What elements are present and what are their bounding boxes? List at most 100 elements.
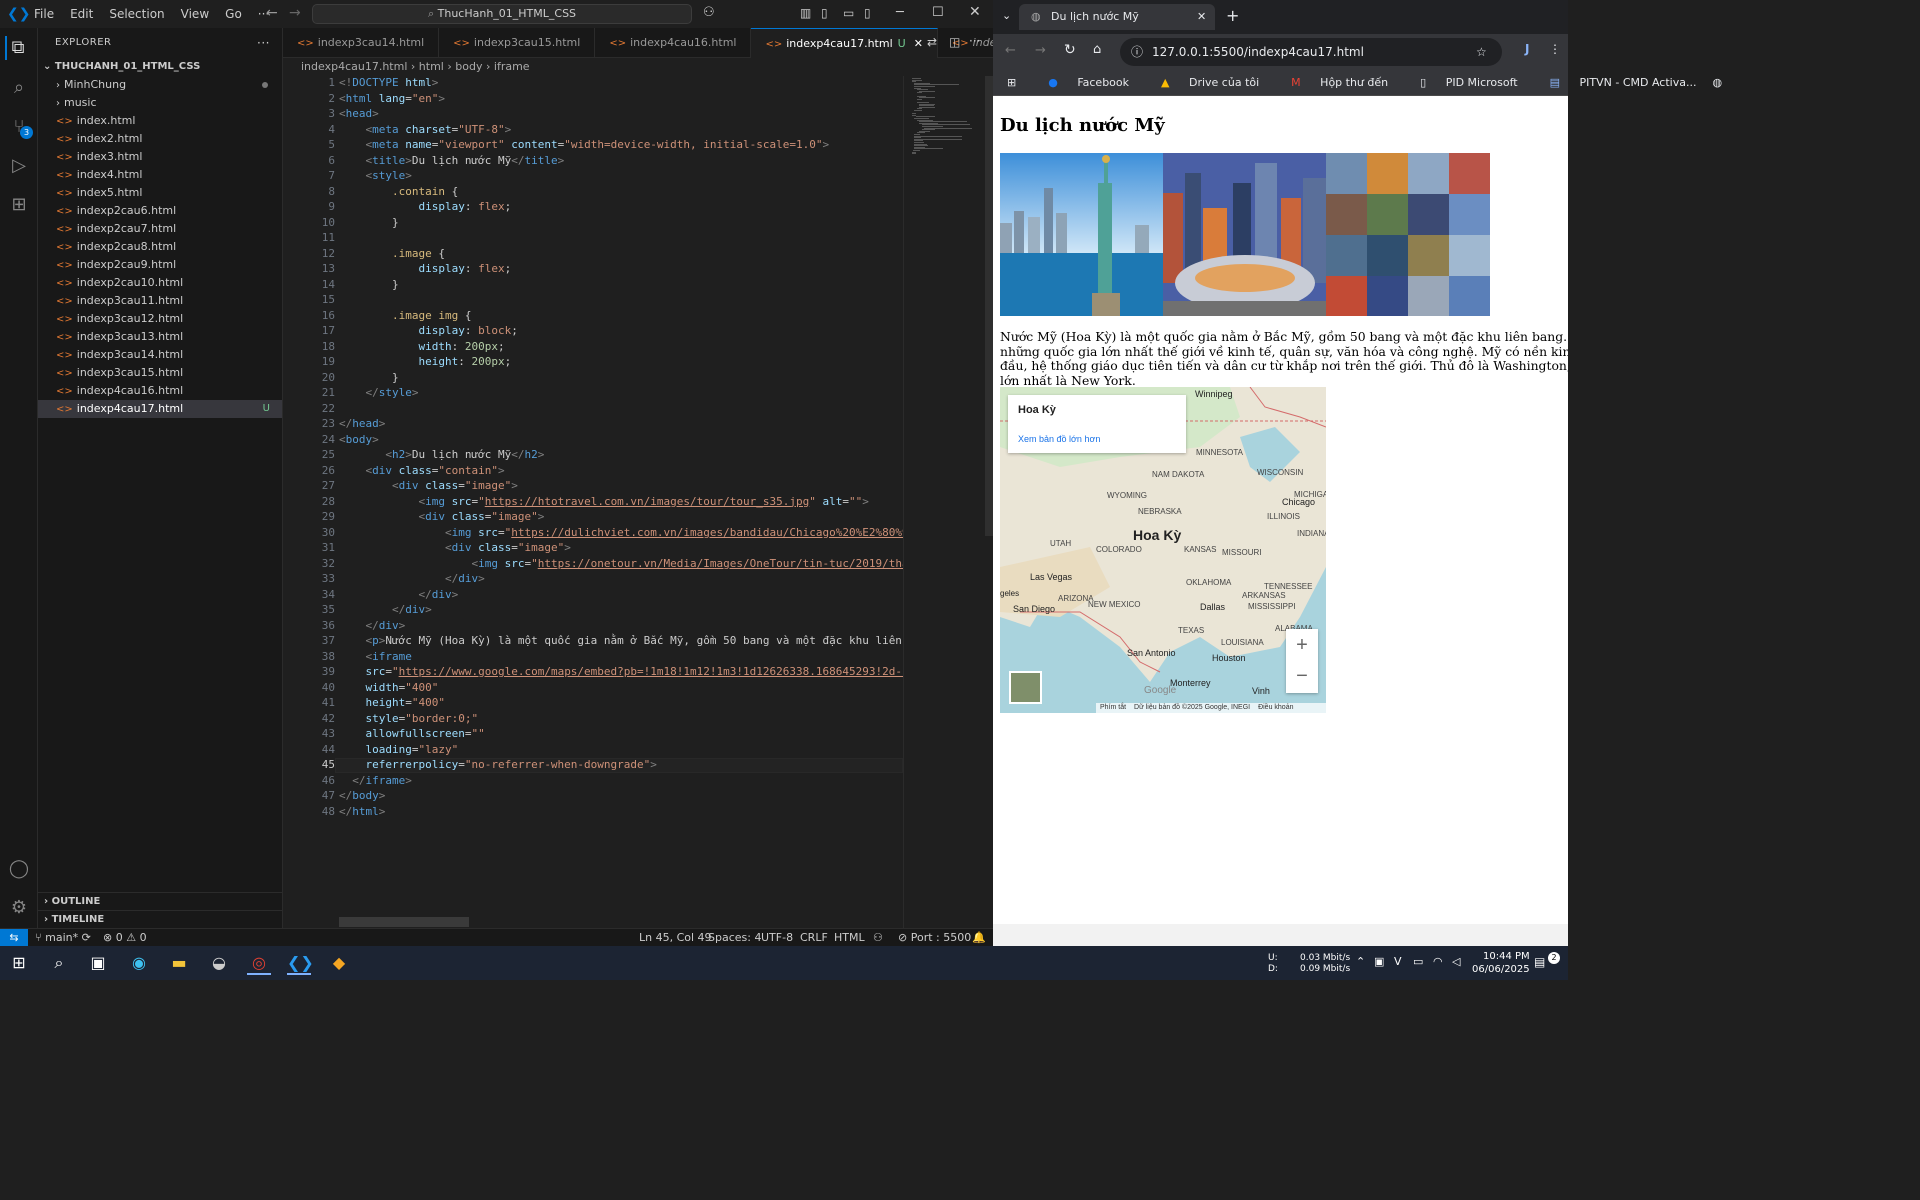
breadcrumb-item[interactable]: iframe [494, 60, 530, 73]
more-actions-icon[interactable]: ··· [257, 28, 270, 58]
indentation[interactable]: Spaces: 4 [708, 929, 761, 946]
bookmark-drive[interactable]: ▲ Drive của tôi [1145, 76, 1259, 89]
code-line[interactable]: referrerpolicy="no-referrer-when-downgra… [339, 758, 657, 771]
code-line[interactable]: display: flex; [339, 200, 511, 213]
battery-icon[interactable]: ▭ [1413, 955, 1423, 968]
home-icon[interactable]: ⌂ [1093, 42, 1101, 57]
editor-scrollbar[interactable] [985, 76, 993, 536]
browser-tab[interactable]: ◍ Du lịch nước Mỹ ✕ [1019, 4, 1215, 30]
compare-icon[interactable]: ⇄ [927, 35, 937, 49]
code-line[interactable]: </div> [339, 619, 406, 632]
wifi-icon[interactable]: ◠ [1433, 955, 1443, 968]
tree-file[interactable]: <> indexp2cau7.html [38, 220, 282, 238]
tree-file[interactable]: <> indexp2cau9.html [38, 256, 282, 274]
terms-link[interactable]: Điều khoản [1258, 704, 1293, 711]
code-line[interactable]: <img src="https://dulichviet.com.vn/imag… [339, 526, 903, 539]
back-arrow-icon[interactable]: ← [266, 5, 278, 21]
menu-view[interactable]: View [173, 0, 217, 28]
code-line[interactable]: <meta name="viewport" content="width=dev… [339, 138, 830, 151]
vscode-taskbar-icon[interactable]: ❮❯ [287, 951, 314, 975]
menu-selection[interactable]: Selection [101, 0, 172, 28]
code-line[interactable]: <div class="contain"> [339, 464, 505, 477]
close-tab-icon[interactable]: ✕ [914, 37, 923, 50]
tree-file[interactable]: <> indexp4cau16.html [38, 382, 282, 400]
google-map-embed[interactable]: Winnipeg MINNESOTA NAM DAKOTA WISCONSIN WYOM… [1000, 387, 1326, 713]
code-line[interactable]: </body> [339, 789, 385, 802]
tree-file[interactable]: <> index2.html [38, 130, 282, 148]
bookmark-facebook[interactable]: ● Facebook [1032, 76, 1129, 89]
code-line[interactable]: <meta charset="UTF-8"> [339, 123, 512, 136]
zoom-in-button[interactable]: + [1286, 629, 1318, 661]
code-line[interactable]: </style> [339, 386, 419, 399]
remote-icon[interactable]: ⇆ [0, 929, 28, 947]
tree-file[interactable]: <> index5.html [38, 184, 282, 202]
code-line[interactable]: height="400" [339, 696, 446, 709]
tree-file[interactable]: <> indexp3cau12.html [38, 310, 282, 328]
search-icon[interactable]: ⌕ [47, 951, 71, 975]
apps-icon[interactable]: ⊞ [1007, 76, 1016, 89]
problems-status[interactable]: ⊗ 0 ⚠ 0 [103, 929, 147, 946]
timeline-section[interactable]: › TIMELINE [38, 910, 283, 928]
forward-arrow-icon[interactable]: → [289, 5, 301, 21]
editor-tab[interactable]: <> indexp3cau14.html [283, 28, 440, 58]
language-mode[interactable]: HTML [834, 929, 865, 946]
code-line[interactable]: <img src="https://htotravel.com.vn/image… [339, 495, 868, 508]
extensions-icon[interactable]: ⊞ [7, 193, 31, 217]
code-line[interactable]: } [339, 278, 399, 291]
profile-icon[interactable]: J [1525, 42, 1529, 56]
code-line[interactable]: <body> [339, 433, 379, 446]
breadcrumb-item[interactable]: indexp4cau17.html [301, 60, 407, 73]
code-line[interactable]: </div> [339, 572, 485, 585]
workspace-folder[interactable]: ⌄ THUCHANH_01_HTML_CSS [38, 58, 282, 76]
reload-icon[interactable]: ↻ [1064, 42, 1076, 58]
gear-icon[interactable]: ⚙ [7, 896, 31, 920]
command-center[interactable]: ⌕ ThucHanh_01_HTML_CSS [312, 4, 692, 24]
explorer-icon[interactable]: ⧉ [5, 36, 29, 60]
editor-more-icon[interactable]: ··· [969, 34, 980, 48]
maximize-icon[interactable]: ☐ [932, 5, 944, 20]
keyboard-shortcuts-link[interactable]: Phím tắt [1100, 704, 1126, 711]
bookmark-pitvn[interactable]: ▤ PITVN - CMD Activa... [1534, 76, 1697, 89]
live-server-port[interactable]: ⊘ Port : 5500 [898, 929, 971, 946]
view-larger-map-link[interactable]: Xem bản đồ lớn hơn [1018, 434, 1100, 444]
tree-folder[interactable]: › MinhChung [38, 76, 282, 94]
speaker-icon[interactable]: ◁ [1452, 955, 1460, 968]
bookmark-pid[interactable]: ▯ PID Microsoft [1404, 76, 1517, 89]
tree-folder[interactable]: › music [38, 94, 282, 112]
customize-layout-icon[interactable]: ▥ [800, 6, 811, 20]
run-debug-icon[interactable]: ▷ [7, 154, 31, 178]
breadcrumb-item[interactable]: html [419, 60, 444, 73]
tree-file[interactable]: <> indexp2cau6.html [38, 202, 282, 220]
code-line[interactable]: src="https://www.google.com/maps/embed?p… [339, 665, 904, 678]
bookmark-star-icon[interactable]: ☆ [1476, 38, 1487, 66]
editor-tab[interactable]: <> indexp4cau16.html [595, 28, 752, 58]
tree-file[interactable]: <> indexp4cau17.html U [38, 400, 282, 418]
search-icon[interactable]: ⌕ [7, 76, 31, 100]
toggle-panel-icon[interactable]: ▭ [843, 6, 854, 20]
windows-start-icon[interactable]: ⊞ [7, 951, 31, 975]
zoom-out-button[interactable]: − [1286, 661, 1318, 693]
account-icon[interactable]: ◯ [7, 857, 31, 881]
code-line[interactable]: </div> [339, 588, 458, 601]
code-line[interactable]: </head> [339, 417, 385, 430]
code-line[interactable]: <!DOCTYPE html> [339, 76, 438, 89]
code-line[interactable]: <div class="image"> [339, 541, 571, 554]
code-line[interactable]: </html> [339, 805, 385, 818]
code-line[interactable]: display: flex; [339, 262, 511, 275]
app-icon[interactable]: ◆ [327, 951, 351, 975]
minimap[interactable] [903, 76, 993, 928]
tree-file[interactable]: <> indexp2cau10.html [38, 274, 282, 292]
back-arrow-icon[interactable]: ← [1005, 43, 1016, 58]
code-line[interactable]: allowfullscreen="" [339, 727, 485, 740]
edge-icon[interactable]: ◉ [127, 951, 151, 975]
tree-file[interactable]: <> index4.html [38, 166, 282, 184]
minimize-icon[interactable]: ─ [896, 5, 904, 20]
code-line[interactable]: .image img { [339, 309, 471, 322]
tree-file[interactable]: <> indexp3cau15.html [38, 364, 282, 382]
outline-section[interactable]: › OUTLINE [38, 892, 283, 910]
code-line[interactable]: style="border:0;" [339, 712, 479, 725]
code-line[interactable]: <html lang="en"> [339, 92, 445, 105]
code-line[interactable]: display: block; [339, 324, 517, 337]
bookmark-gmail[interactable]: M Hộp thư đến [1275, 76, 1388, 89]
tray-icon[interactable]: ▣ [1374, 955, 1384, 968]
